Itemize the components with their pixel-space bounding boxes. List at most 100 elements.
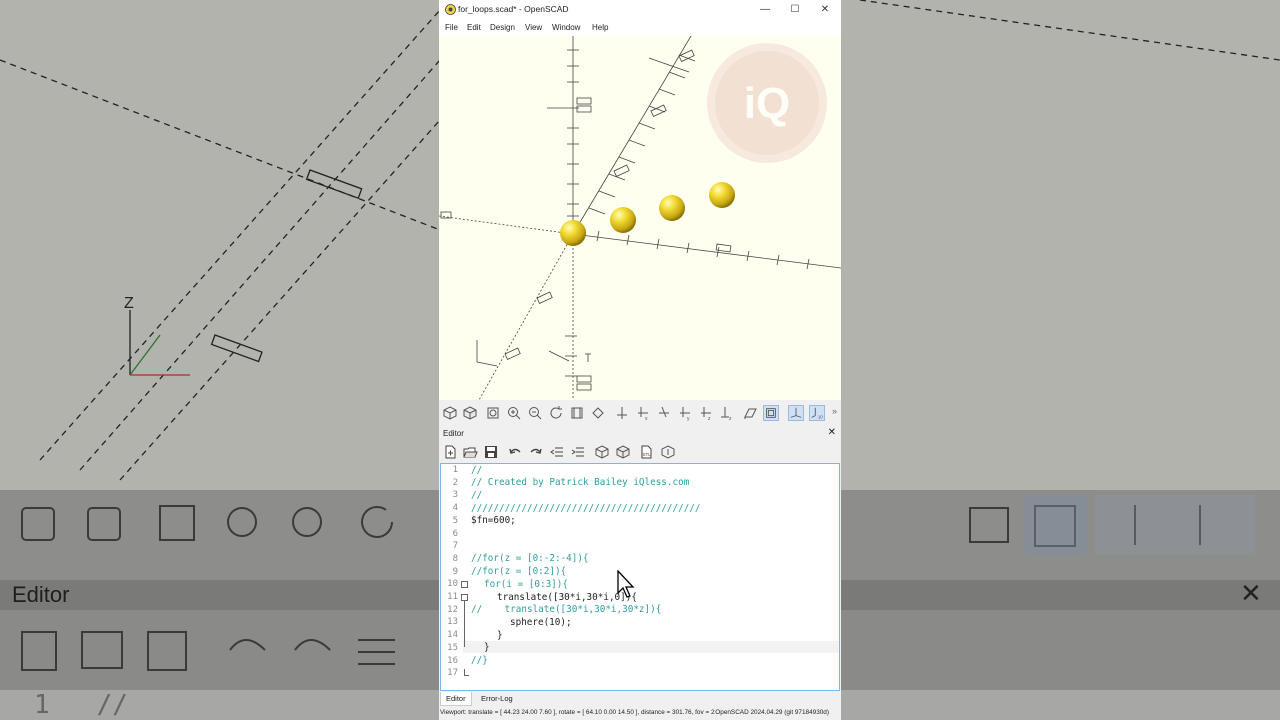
indent-icon[interactable] <box>570 444 586 460</box>
version-status: OpenSCAD 2024.04.29 (git 97184930d) <box>715 709 829 716</box>
view-right-icon[interactable] <box>569 405 585 421</box>
viewport-toolbar: x y z z 10 » <box>439 401 841 425</box>
3d-viewport[interactable]: iQ <box>439 36 841 400</box>
line-number: 7 <box>452 541 458 552</box>
code-line: // <box>471 489 483 501</box>
svg-text:z: z <box>708 416 711 421</box>
openscad-app-icon <box>445 4 456 15</box>
view-back-icon[interactable]: z <box>698 405 714 421</box>
window-title: for_loops.scad* - OpenSCAD <box>458 4 569 14</box>
perspective-icon[interactable] <box>742 405 758 421</box>
preview-icon[interactable] <box>594 444 610 460</box>
viewport-status: Viewport: translate = [ 44.23 24.00 7.60… <box>440 709 762 716</box>
line-number: 5 <box>452 515 458 526</box>
editor-title: Editor <box>443 429 464 438</box>
render-icon[interactable] <box>462 405 478 421</box>
show-scale-icon[interactable]: 10 <box>809 405 825 421</box>
show-axes-icon[interactable] <box>788 405 804 421</box>
orthogonal-icon[interactable] <box>763 405 779 421</box>
tab-error-log[interactable]: Error-Log <box>476 692 518 706</box>
line-number: 3 <box>452 490 458 501</box>
svg-text:z: z <box>729 416 732 421</box>
line-number: 9 <box>452 566 458 577</box>
code-line: } <box>484 642 490 654</box>
fold-marker-line-11[interactable] <box>461 594 468 601</box>
code-line: sphere(10); <box>510 616 572 628</box>
zoom-out-icon[interactable] <box>527 405 543 421</box>
line-number: 14 <box>447 630 458 641</box>
send-to-3d-print-icon[interactable] <box>660 444 676 460</box>
redo-icon[interactable] <box>528 444 544 460</box>
tab-editor[interactable]: Editor <box>440 692 472 706</box>
line-number: 13 <box>447 617 458 628</box>
menu-window[interactable]: Window <box>552 23 580 32</box>
view-left-icon[interactable] <box>656 405 672 421</box>
line-number: 2 <box>452 477 458 488</box>
code-line: // translate([30*i,30*i,30*z]){ <box>471 604 662 616</box>
iq-watermark: iQ <box>707 43 827 163</box>
code-line: // <box>471 464 483 476</box>
close-button[interactable]: ✕ <box>811 2 839 18</box>
menu-view[interactable]: View <box>525 23 542 32</box>
code-line: //} <box>471 655 488 666</box>
sphere-3 <box>659 195 685 221</box>
menu-design[interactable]: Design <box>490 23 515 32</box>
minimize-button[interactable]: — <box>751 2 779 18</box>
line-number: 16 <box>447 655 458 666</box>
unindent-icon[interactable] <box>549 444 565 460</box>
zoom-in-icon[interactable] <box>506 405 522 421</box>
openscad-window: for_loops.scad* - OpenSCAD — ☐ ✕ File Ed… <box>439 0 841 720</box>
render-icon[interactable] <box>615 444 631 460</box>
code-line: ////////////////////////////////////////… <box>471 502 701 514</box>
menu-help[interactable]: Help <box>592 23 608 32</box>
line-number: 4 <box>452 503 458 514</box>
svg-text:y: y <box>687 416 690 421</box>
code-line: // Created by Patrick Bailey iQless.com <box>471 477 690 489</box>
bottom-tab-bar: Editor Error-Log <box>439 692 841 706</box>
new-file-icon[interactable] <box>442 444 458 460</box>
view-iso-icon[interactable]: z <box>719 405 735 421</box>
code-line: for(i = [0:3]){ <box>484 578 568 590</box>
view-top-icon[interactable] <box>614 405 630 421</box>
view-bottom-icon[interactable]: x <box>635 405 651 421</box>
svg-text:iQ: iQ <box>744 79 790 128</box>
code-editor[interactable]: 1 2 3 4 5 6 7 8 9 10 11 12 13 14 15 16 17 //// Created b… <box>440 463 840 691</box>
fold-guide-end-tick <box>464 675 469 676</box>
mouse-cursor-icon <box>617 570 635 598</box>
toolbar-more-icon[interactable]: » <box>832 406 837 416</box>
editor-close-icon[interactable]: ✕ <box>828 427 836 438</box>
line-number: 10 <box>447 579 458 590</box>
menu-bar: File Edit Design View Window Help <box>439 20 841 36</box>
export-stl-icon[interactable]: STL <box>638 444 654 460</box>
editor-dock-header: Editor ✕ <box>439 427 841 440</box>
line-number: 15 <box>447 642 458 653</box>
view-all-icon[interactable] <box>485 405 501 421</box>
reset-view-icon[interactable] <box>548 405 564 421</box>
line-number: 6 <box>452 528 458 539</box>
title-bar[interactable]: for_loops.scad* - OpenSCAD — ☐ ✕ <box>439 0 841 20</box>
view-front-icon[interactable]: y <box>677 405 693 421</box>
code-line: //for(z = [0:-2:-4]){ <box>471 553 589 565</box>
editor-toolbar: STL <box>439 441 841 463</box>
code-line: } <box>497 629 503 641</box>
maximize-button[interactable]: ☐ <box>781 2 809 18</box>
undo-icon[interactable] <box>507 444 523 460</box>
current-line-highlight <box>463 641 839 653</box>
open-file-icon[interactable] <box>462 444 478 460</box>
sphere-1 <box>560 220 586 246</box>
menu-file[interactable]: File <box>445 23 458 32</box>
sphere-4 <box>709 182 735 208</box>
code-line: //for(z = [0:2]){ <box>471 566 567 578</box>
svg-text:10: 10 <box>818 414 823 419</box>
preview-icon[interactable] <box>442 405 458 421</box>
code-line: $fn=600; <box>471 515 516 527</box>
fold-marker-line-10[interactable] <box>461 581 468 588</box>
fold-guide <box>464 601 465 647</box>
view-diagonal-icon[interactable] <box>590 405 606 421</box>
menu-edit[interactable]: Edit <box>467 23 481 32</box>
line-number: 17 <box>447 668 458 679</box>
save-file-icon[interactable] <box>483 444 499 460</box>
line-number: 1 <box>452 465 458 475</box>
line-number: 12 <box>447 604 458 615</box>
svg-text:STL: STL <box>643 452 652 457</box>
